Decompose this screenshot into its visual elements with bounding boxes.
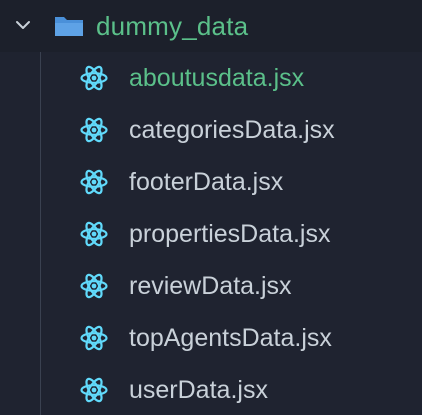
file-item-reviewdata[interactable]: reviewData.jsx [0,260,422,312]
react-icon [80,221,108,247]
file-label: footerData.jsx [129,168,284,196]
file-label: reviewData.jsx [129,272,292,300]
file-list: aboutusdata.jsx categoriesData.jsx foote… [0,52,422,416]
file-label: aboutusdata.jsx [129,64,305,92]
chevron-down-icon[interactable] [14,16,32,34]
folder-icon [55,17,83,36]
folder-dummy-data[interactable]: dummy_data [0,0,422,52]
file-item-topagentsdata[interactable]: topAgentsData.jsx [0,312,422,364]
file-label: categoriesData.jsx [129,116,335,144]
react-icon [80,273,108,299]
file-label: userData.jsx [129,376,268,404]
file-item-userdata[interactable]: userData.jsx [0,364,422,416]
file-item-footerdata[interactable]: footerData.jsx [0,156,422,208]
file-explorer-panel: dummy_data aboutusdata.jsx categoriesDat… [0,0,422,415]
file-item-propertiesdata[interactable]: propertiesData.jsx [0,208,422,260]
file-label: topAgentsData.jsx [129,324,332,352]
file-item-aboutusdata[interactable]: aboutusdata.jsx [0,52,422,104]
react-icon [80,117,108,143]
react-icon [80,169,108,195]
file-item-categoriesdata[interactable]: categoriesData.jsx [0,104,422,156]
react-icon [80,325,108,351]
react-icon [80,65,108,91]
file-label: propertiesData.jsx [129,220,331,248]
folder-label: dummy_data [96,11,249,41]
react-icon [80,377,108,403]
